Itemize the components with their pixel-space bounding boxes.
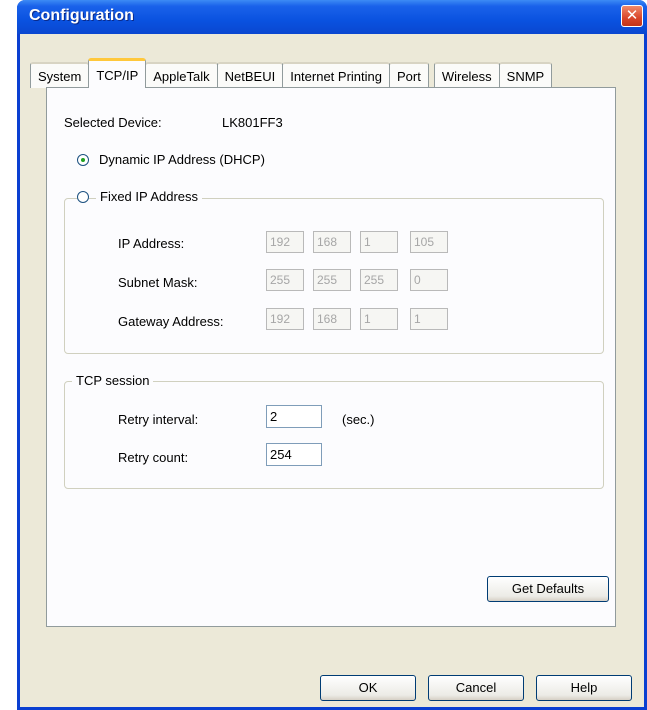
- subnet-mask-label: Subnet Mask:: [118, 275, 198, 290]
- retry-count-field[interactable]: 254: [266, 443, 322, 466]
- gateway-octet-1[interactable]: 192: [266, 308, 304, 330]
- gateway-octet-4[interactable]: 1: [410, 308, 448, 330]
- ok-button[interactable]: OK: [320, 675, 416, 701]
- subnet-octet-1[interactable]: 255: [266, 269, 304, 291]
- selected-device-value: LK801FF3: [222, 115, 283, 130]
- selected-device-label: Selected Device:: [64, 115, 162, 130]
- tab-tcp-ip[interactable]: TCP/IP: [88, 58, 147, 88]
- tcp-session-label: TCP session: [72, 373, 154, 388]
- fixed-ip-label[interactable]: Fixed IP Address: [96, 189, 203, 204]
- tab-netbeui[interactable]: NetBEUI: [216, 62, 284, 88]
- tab-wireless[interactable]: Wireless: [433, 62, 500, 88]
- close-icon: ✕: [625, 7, 639, 24]
- close-button[interactable]: ✕: [621, 5, 643, 27]
- gateway-address-label: Gateway Address:: [118, 314, 224, 329]
- retry-interval-unit: (sec.): [342, 412, 375, 427]
- ip-octet-4[interactable]: 105: [410, 231, 448, 253]
- tab-snmp[interactable]: SNMP: [498, 62, 553, 88]
- subnet-octet-4[interactable]: 0: [410, 269, 448, 291]
- window-title: Configuration: [29, 7, 134, 24]
- tcp-session-group: [64, 381, 604, 489]
- tab-internet-printing[interactable]: Internet Printing: [282, 62, 390, 88]
- gateway-octet-3[interactable]: 1: [360, 308, 398, 330]
- tab-port[interactable]: Port: [388, 62, 429, 88]
- title-bar[interactable]: Configuration ✕: [17, 0, 647, 34]
- ip-address-label: IP Address:: [118, 236, 185, 251]
- fixed-ip-radio[interactable]: [77, 191, 89, 203]
- tab-system[interactable]: System: [30, 62, 90, 88]
- get-defaults-button[interactable]: Get Defaults: [487, 576, 609, 602]
- dhcp-label[interactable]: Dynamic IP Address (DHCP): [99, 152, 265, 167]
- subnet-octet-3[interactable]: 255: [360, 269, 398, 291]
- ip-octet-3[interactable]: 1: [360, 231, 398, 253]
- retry-count-label: Retry count:: [118, 450, 189, 465]
- subnet-octet-2[interactable]: 255: [313, 269, 351, 291]
- ip-octet-2[interactable]: 168: [313, 231, 351, 253]
- help-button[interactable]: Help: [536, 675, 632, 701]
- ip-octet-1[interactable]: 192: [266, 231, 304, 253]
- tab-appletalk[interactable]: AppleTalk: [145, 62, 218, 88]
- dhcp-radio[interactable]: [77, 154, 89, 166]
- gateway-octet-2[interactable]: 168: [313, 308, 351, 330]
- retry-interval-label: Retry interval:: [118, 412, 199, 427]
- tab-strip: System TCP/IP AppleTalk NetBEUI Internet…: [30, 48, 553, 88]
- tcp-ip-panel: Selected Device: LK801FF3 Dynamic IP Add…: [46, 87, 616, 627]
- cancel-button[interactable]: Cancel: [428, 675, 524, 701]
- retry-interval-field[interactable]: 2: [266, 405, 322, 428]
